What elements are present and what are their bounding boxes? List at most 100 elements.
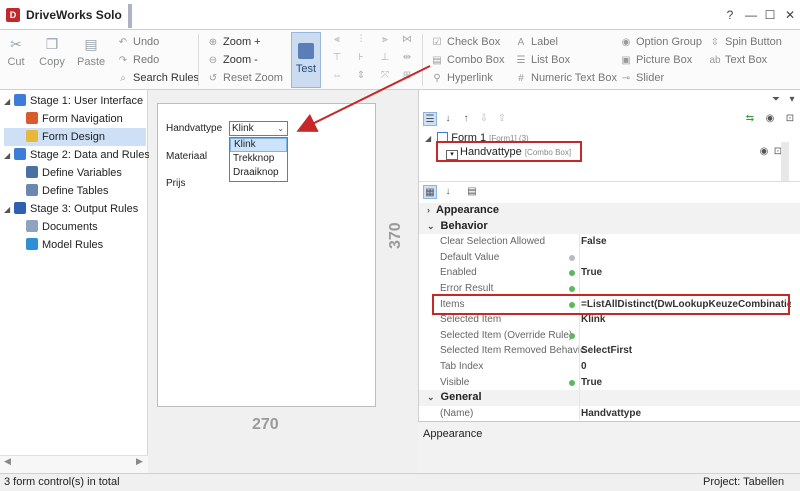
- listbox-icon: ☰: [516, 55, 526, 66]
- spin-icon: ⇳: [710, 37, 720, 48]
- align-bottom-icon[interactable]: ⊥: [378, 52, 392, 66]
- property-row[interactable]: Selected Item Removed Behavic SelectFirst: [419, 343, 800, 359]
- reset-zoom-button[interactable]: ↺ Reset Zoom: [206, 70, 283, 86]
- label-handvattype: Handvattype: [166, 123, 223, 134]
- align-right-icon[interactable]: ⫸: [378, 34, 392, 48]
- chevron-right-icon: ›: [427, 205, 430, 215]
- expand-collapse-icon[interactable]: ⇆: [743, 112, 757, 126]
- nav-documents[interactable]: Documents: [4, 218, 146, 236]
- grid-icon[interactable]: ⊞: [400, 70, 414, 84]
- status-project: Project: Tabellen: [703, 476, 785, 488]
- align-middle-icon[interactable]: ⊦: [354, 52, 368, 66]
- tree-scrollbar[interactable]: [781, 142, 789, 182]
- property-row[interactable]: Clear Selection Allowed False: [419, 234, 800, 250]
- option-group-control[interactable]: ◉ Option Group: [619, 34, 702, 50]
- ribbon-separator: [198, 34, 199, 86]
- tree-control-node[interactable]: ▾ Handvattype [Combo Box]: [446, 144, 571, 160]
- paste-button[interactable]: ▤ Paste: [77, 36, 105, 68]
- category-general[interactable]: ⌄ General: [419, 390, 800, 406]
- property-row[interactable]: Selected Item (Override Rule): [419, 328, 800, 344]
- handvattype-combo-box[interactable]: Klink ⌄: [229, 121, 288, 136]
- rule-status-dot: [569, 379, 575, 386]
- nav-form-navigation[interactable]: Form Navigation: [4, 110, 146, 128]
- property-row[interactable]: Enabled True: [419, 265, 800, 281]
- label-control[interactable]: A Label: [514, 34, 558, 50]
- menu-dropdown-icon[interactable]: ▾: [785, 93, 799, 107]
- rule-status-dot: [569, 285, 575, 292]
- move-down-icon[interactable]: ⇩: [477, 112, 491, 126]
- space-icon[interactable]: ⇹: [400, 52, 414, 66]
- filter-icon[interactable]: ⏷: [769, 93, 783, 107]
- dropdown-option[interactable]: Klink: [230, 138, 287, 152]
- nav-define-tables[interactable]: Define Tables: [4, 182, 146, 200]
- scissors-icon: ✂: [10, 36, 22, 52]
- expand-arrow-icon: ◢: [4, 205, 11, 214]
- sort-za-icon[interactable]: ↑: [459, 112, 473, 126]
- horizontal-scrollbar[interactable]: ◀ ▶: [0, 455, 148, 473]
- nav-stage-2[interactable]: ◢ Stage 2: Data and Rules: [4, 146, 150, 164]
- cut-button[interactable]: ✂ Cut: [2, 36, 30, 68]
- app-logo-icon: D: [6, 8, 20, 22]
- same-width-icon[interactable]: ⇔: [330, 70, 344, 84]
- maximize-button[interactable]: ☐: [762, 8, 778, 22]
- search-rules-button[interactable]: ⌕ Search Rules: [116, 70, 199, 86]
- form-design-icon: [26, 130, 38, 142]
- help-button[interactable]: ?: [722, 8, 738, 22]
- textbox-icon: ab: [709, 55, 721, 66]
- sort-az-icon[interactable]: ↓: [441, 112, 455, 126]
- nav-form-design[interactable]: Form Design: [4, 128, 146, 146]
- picture-box-control[interactable]: ▣ Picture Box: [619, 52, 692, 68]
- scroll-left-icon[interactable]: ◀: [4, 456, 11, 467]
- dropdown-option[interactable]: Draaiknop: [230, 166, 287, 180]
- spin-button-control[interactable]: ⇳ Spin Button: [708, 34, 782, 50]
- combo-dropdown-list: Klink Trekknop Draaiknop: [229, 137, 288, 182]
- same-size-icon[interactable]: ⤧: [378, 70, 392, 84]
- align-center-icon[interactable]: ⫶: [354, 34, 368, 48]
- close-button[interactable]: ✕: [782, 8, 798, 22]
- property-row[interactable]: Default Value: [419, 250, 800, 266]
- nav-define-variables[interactable]: Define Variables: [4, 164, 146, 182]
- category-appearance[interactable]: › Appearance: [419, 203, 800, 219]
- category-behavior[interactable]: ⌄ Behavior: [419, 218, 800, 235]
- list-box-control[interactable]: ☰ List Box: [514, 52, 571, 68]
- align-top-icon[interactable]: ⊤: [330, 52, 344, 66]
- eye-icon[interactable]: ◉: [763, 112, 777, 126]
- undo-button[interactable]: ↶ Undo: [116, 34, 160, 50]
- distribute-icon[interactable]: ⋈: [400, 34, 414, 48]
- model-rules-icon: [26, 238, 38, 250]
- hyperlink-control[interactable]: ⚲ Hyperlink: [430, 70, 493, 86]
- nav-stage-1[interactable]: ◢ Stage 1: User Interface: [4, 92, 146, 110]
- align-left-icon[interactable]: ⫷: [330, 34, 344, 48]
- categorized-icon[interactable]: ▦: [423, 185, 437, 199]
- nav-stage-3[interactable]: ◢ Stage 3: Output Rules: [4, 200, 146, 218]
- minimize-button[interactable]: —: [743, 8, 759, 22]
- test-button[interactable]: Test: [291, 32, 321, 88]
- slider-control[interactable]: ⊸ Slider: [619, 70, 664, 86]
- rule-status-dot: [569, 270, 575, 277]
- label-prijs: Prijs: [166, 178, 186, 189]
- combo-box-control[interactable]: ▤ Combo Box: [430, 52, 504, 68]
- move-up-icon[interactable]: ⇧: [495, 112, 509, 126]
- lock-icon[interactable]: ⊡: [783, 112, 797, 126]
- check-box-control[interactable]: ☑ Check Box: [430, 34, 501, 50]
- undo-icon: ↶: [118, 37, 128, 48]
- chevron-down-icon: ⌄: [277, 124, 284, 133]
- nav-model-rules[interactable]: Model Rules: [4, 236, 146, 254]
- alignment-tools: ⫷ ⫶ ⫸ ⋈ ⊤ ⊦ ⊥ ⇹ ⇔ ⇕ ⤧ ⊞: [330, 34, 416, 86]
- zoom-in-button[interactable]: ⊕ Zoom +: [206, 34, 261, 50]
- dropdown-option[interactable]: Trekknop: [230, 152, 287, 166]
- property-row-name[interactable]: (Name) Handvattype: [419, 406, 800, 422]
- property-pages-icon[interactable]: ▤: [465, 185, 479, 199]
- visible-eye-icon[interactable]: ◉: [757, 145, 771, 159]
- property-row[interactable]: Tab Index 0: [419, 359, 800, 375]
- copy-button[interactable]: ❐ Copy: [38, 36, 66, 68]
- numeric-text-box-control[interactable]: # Numeric Text Box: [514, 70, 617, 86]
- sort-alpha-icon[interactable]: ↓: [441, 185, 455, 199]
- text-box-control[interactable]: ab Text Box: [708, 52, 767, 68]
- zoom-out-button[interactable]: ⊖ Zoom -: [206, 52, 258, 68]
- property-row[interactable]: Visible True: [419, 375, 800, 391]
- categorized-icon[interactable]: ☰: [423, 112, 437, 126]
- scroll-right-icon[interactable]: ▶: [136, 456, 143, 467]
- same-height-icon[interactable]: ⇕: [354, 70, 368, 84]
- redo-button[interactable]: ↷ Redo: [116, 52, 160, 68]
